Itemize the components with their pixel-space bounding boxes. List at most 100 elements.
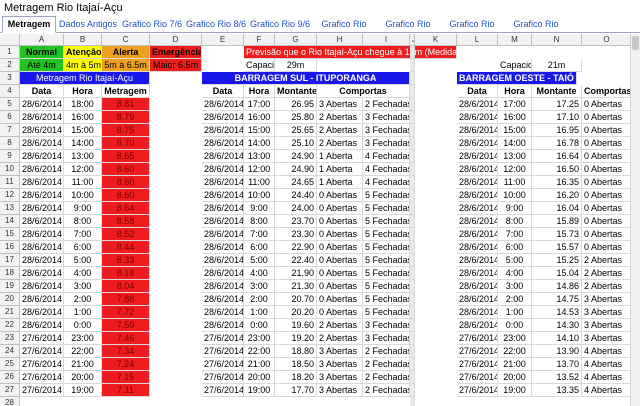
rio-cell-hora[interactable]: 8:00 xyxy=(64,215,102,228)
taio-cell-data[interactable]: 28/6/2014 xyxy=(457,319,498,332)
ituporanga-cell-abertas[interactable]: 3 Abertas xyxy=(317,371,363,384)
taio-cell-hora[interactable]: 8:00 xyxy=(498,215,532,228)
ituporanga-cell-fechadas[interactable]: 3 Fechadas xyxy=(363,332,410,345)
rio-cell-metragem[interactable]: 8.52 xyxy=(102,228,150,241)
ituporanga-cell-fechadas[interactable]: 2 Fechadas xyxy=(363,384,410,397)
ituporanga-cell-data[interactable]: 28/6/2014 xyxy=(202,150,244,163)
row-number[interactable]: 24 xyxy=(0,345,20,358)
ituporanga-cell-hora[interactable]: 11:00 xyxy=(244,176,275,189)
taio-cell-hora[interactable]: 6:00 xyxy=(498,241,532,254)
column-header-k[interactable]: K xyxy=(415,34,457,46)
row-number[interactable]: 25 xyxy=(0,358,20,371)
taio-cell-data[interactable]: 28/6/2014 xyxy=(457,228,498,241)
row-number[interactable]: 5 xyxy=(0,98,20,111)
rio-cell-metragem[interactable]: 7.11 xyxy=(102,384,150,397)
ituporanga-cell-montante[interactable]: 21.90 xyxy=(275,267,317,280)
taio-cell-hora[interactable]: 10:00 xyxy=(498,189,532,202)
taio-cell-hora[interactable]: 9:00 xyxy=(498,202,532,215)
rio-cell-metragem[interactable]: 7.46 xyxy=(102,332,150,345)
ituporanga-cell-abertas[interactable]: 0 Abertas xyxy=(317,215,363,228)
row-number[interactable]: 10 xyxy=(0,163,20,176)
ituporanga-cell-fechadas[interactable]: 2 Fechadas xyxy=(363,358,410,371)
taio-cell-hora[interactable]: 17:00 xyxy=(498,98,532,111)
row-number[interactable]: 6 xyxy=(0,111,20,124)
taio-cell-data[interactable]: 28/6/2014 xyxy=(457,163,498,176)
ituporanga-cell-fechadas[interactable]: 5 Fechadas xyxy=(363,189,410,202)
taio-cell-data[interactable]: 28/6/2014 xyxy=(457,202,498,215)
ituporanga-cell-montante[interactable]: 19.60 xyxy=(275,319,317,332)
ituporanga-cell-data[interactable]: 28/6/2014 xyxy=(202,202,244,215)
taio-cell-data[interactable]: 28/6/2014 xyxy=(457,267,498,280)
tab-grafico-rio-12-6[interactable]: Grafico Rio 12/6 xyxy=(440,17,504,44)
rio-cell-hora[interactable]: 5:00 xyxy=(64,254,102,267)
taio-cell-data[interactable]: 28/6/2014 xyxy=(457,254,498,267)
row-number[interactable]: 2 xyxy=(0,59,20,72)
ituporanga-cell-hora[interactable]: 7:00 xyxy=(244,228,275,241)
ituporanga-cell-abertas[interactable]: 0 Abertas xyxy=(317,306,363,319)
tab-grafico-rio-11-6[interactable]: Grafico Rio 11/6 xyxy=(376,17,440,44)
taio-cell-abertas[interactable]: 4 Abertas xyxy=(582,371,630,384)
ituporanga-cell-montante[interactable]: 18.80 xyxy=(275,345,317,358)
ituporanga-cell-abertas[interactable]: 2 Abertas xyxy=(317,111,363,124)
rio-cell-data[interactable]: 28/6/2014 xyxy=(20,111,64,124)
row-number[interactable]: 13 xyxy=(0,202,20,215)
ituporanga-cell-data[interactable]: 27/6/2014 xyxy=(202,332,244,345)
row-number[interactable]: 11 xyxy=(0,176,20,189)
taio-cell-data[interactable]: 28/6/2014 xyxy=(457,241,498,254)
column-header-m[interactable]: M xyxy=(498,34,532,46)
taio-cell-montante[interactable]: 17.10 xyxy=(532,111,582,124)
ituporanga-cell-data[interactable]: 27/6/2014 xyxy=(202,384,244,397)
row-number[interactable]: 19 xyxy=(0,280,20,293)
ituporanga-cell-montante[interactable]: 24.90 xyxy=(275,163,317,176)
row-number[interactable]: 18 xyxy=(0,267,20,280)
taio-cell-montante[interactable]: 16.35 xyxy=(532,176,582,189)
rio-cell-hora[interactable]: 21:00 xyxy=(64,358,102,371)
rio-cell-data[interactable]: 28/6/2014 xyxy=(20,293,64,306)
taio-cell-montante[interactable]: 13.52 xyxy=(532,371,582,384)
ituporanga-cell-hora[interactable]: 19:00 xyxy=(244,384,275,397)
ituporanga-cell-abertas[interactable]: 0 Abertas xyxy=(317,267,363,280)
taio-cell-data[interactable]: 28/6/2014 xyxy=(457,293,498,306)
ituporanga-cell-abertas[interactable]: 0 Abertas xyxy=(317,202,363,215)
taio-cell-hora[interactable]: 11:00 xyxy=(498,176,532,189)
taio-cell-hora[interactable]: 3:00 xyxy=(498,280,532,293)
rio-cell-metragem[interactable]: 8.64 xyxy=(102,202,150,215)
ituporanga-cell-hora[interactable]: 15:00 xyxy=(244,124,275,137)
taio-cell-hora[interactable]: 20:00 xyxy=(498,371,532,384)
ituporanga-cell-hora[interactable]: 23:00 xyxy=(244,332,275,345)
tab-dados-antigos[interactable]: Dados Antigos xyxy=(56,17,120,33)
taio-cell-data[interactable]: 28/6/2014 xyxy=(457,189,498,202)
taio-cell-montante[interactable]: 17.25 xyxy=(532,98,582,111)
rio-cell-data[interactable]: 28/6/2014 xyxy=(20,254,64,267)
taio-cell-abertas[interactable]: 2 Abertas xyxy=(582,267,630,280)
rio-cell-data[interactable]: 28/6/2014 xyxy=(20,189,64,202)
column-header-f[interactable]: F xyxy=(244,34,275,46)
rio-cell-metragem[interactable]: 7.34 xyxy=(102,345,150,358)
row-number[interactable]: 17 xyxy=(0,254,20,267)
taio-cell-hora[interactable]: 1:00 xyxy=(498,306,532,319)
rio-cell-metragem[interactable]: 8.33 xyxy=(102,254,150,267)
taio-cell-data[interactable]: 28/6/2014 xyxy=(457,137,498,150)
ituporanga-cell-montante[interactable]: 24.65 xyxy=(275,176,317,189)
taio-cell-montante[interactable]: 14.10 xyxy=(532,332,582,345)
ituporanga-cell-fechadas[interactable]: 2 Fechadas xyxy=(363,345,410,358)
rio-cell-data[interactable]: 28/6/2014 xyxy=(20,306,64,319)
ituporanga-cell-montante[interactable]: 23.70 xyxy=(275,215,317,228)
taio-cell-hora[interactable]: 5:00 xyxy=(498,254,532,267)
taio-cell-montante[interactable]: 16.04 xyxy=(532,202,582,215)
ituporanga-cell-fechadas[interactable]: 5 Fechadas xyxy=(363,306,410,319)
ituporanga-cell-abertas[interactable]: 0 Abertas xyxy=(317,280,363,293)
ituporanga-cell-hora[interactable]: 1:00 xyxy=(244,306,275,319)
ituporanga-cell-hora[interactable]: 20:00 xyxy=(244,371,275,384)
rio-cell-metragem[interactable]: 8.60 xyxy=(102,176,150,189)
rio-cell-data[interactable]: 28/6/2014 xyxy=(20,176,64,189)
tab-grafico-rio-10-6[interactable]: Grafico Rio 10/6 xyxy=(312,17,376,44)
taio-cell-hora[interactable]: 13:00 xyxy=(498,150,532,163)
ituporanga-cell-abertas[interactable]: 1 Aberta xyxy=(317,150,363,163)
row-number[interactable]: 21 xyxy=(0,306,20,319)
taio-cell-montante[interactable]: 16.64 xyxy=(532,150,582,163)
column-header-d[interactable]: D xyxy=(150,34,202,46)
taio-cell-montante[interactable]: 14.75 xyxy=(532,293,582,306)
ituporanga-cell-fechadas[interactable]: 2 Fechadas xyxy=(363,371,410,384)
row-number[interactable]: 20 xyxy=(0,293,20,306)
